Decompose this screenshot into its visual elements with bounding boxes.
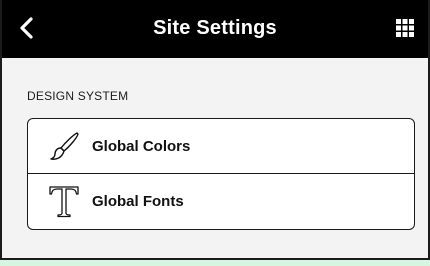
- list-item-label: Global Colors: [92, 137, 191, 155]
- paintbrush-icon: [46, 128, 82, 164]
- page-title: Site Settings: [153, 17, 277, 39]
- section-heading: DESIGN SYSTEM: [27, 89, 129, 103]
- settings-list: Global Colors Global Fonts: [27, 118, 415, 230]
- list-item-label: Global Fonts: [92, 192, 184, 210]
- app-frame: Site Settings DESIGN SYSTEM Global Color…: [0, 0, 430, 260]
- list-item-global-colors[interactable]: Global Colors: [28, 119, 414, 173]
- grid-icon: [396, 18, 414, 42]
- list-item-global-fonts[interactable]: Global Fonts: [28, 174, 414, 228]
- typography-icon: [46, 183, 82, 219]
- app-header: Site Settings: [2, 0, 428, 58]
- apps-menu-button[interactable]: [392, 17, 418, 43]
